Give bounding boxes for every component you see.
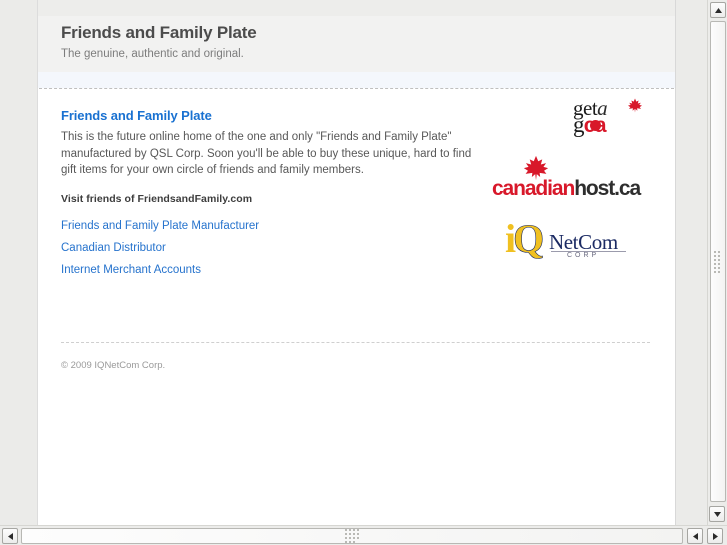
scroll-left-button[interactable] [2,528,18,544]
page-canvas: Friends and Family Plate The genuine, au… [37,0,676,525]
iqnetcom-logo-box[interactable]: iQ NetCom CORP [481,216,651,264]
triangle-up-icon [714,7,722,13]
intro-paragraph: This is the future online home of the on… [61,131,472,176]
main-content: Friends and Family Plate This is the fut… [38,90,675,278]
canadianhost-ca-logo: canadianhost.ca [484,155,649,201]
canadianhost-canadian-text: canadian [491,177,575,200]
triangle-down-icon [713,511,721,517]
getaca-line2: gca [573,112,607,137]
triangle-left-icon [692,532,698,540]
canadianhost-wordmark: canadianhost.ca [484,177,649,201]
get-a-dot-ca-logo: geta gca [573,98,645,137]
getaca-logo-box[interactable]: geta gca [481,98,651,137]
link-internet-merchant-accounts[interactable]: Internet Merchant Accounts [61,264,201,276]
scroll-grip [713,250,723,274]
vertical-scrollbar[interactable] [707,0,727,525]
site-title: Friends and Family Plate [61,23,257,42]
getaca-ca-text: ca [583,114,607,137]
scroll-left-button-secondary[interactable] [687,528,703,544]
maple-leaf-icon [628,98,642,113]
canadianhost-host-text: host.ca [574,177,641,200]
top-strip [38,0,675,16]
copyright-text: © 2009 IQNetCom Corp. [61,359,166,371]
list-item: Canadian Distributor [61,238,491,256]
site-tagline: The genuine, authentic and original. [61,48,244,60]
content-text-column: Friends and Family Plate This is the fut… [61,108,491,278]
scroll-grip [344,528,360,544]
page-title: Friends and Family Plate [61,108,212,123]
list-item: Internet Merchant Accounts [61,260,491,278]
scroll-up-button[interactable] [710,2,726,18]
triangle-left-icon [7,532,13,540]
iqnetcom-wordmark: NetCom [549,230,618,254]
friends-link-list: Friends and Family Plate Manufacturer Ca… [61,216,491,278]
iqnetcom-i-text: i [505,216,516,261]
header-accent-band [38,72,675,88]
partner-logo-column: geta gca canadianhost.ca iQ NetCom CORP [481,98,651,284]
vertical-scroll-thumb[interactable] [710,21,726,502]
list-item: Friends and Family Plate Manufacturer [61,216,491,234]
horizontal-scroll-thumb[interactable] [21,528,683,544]
iqnetcom-mark: iQ [505,216,545,261]
visit-friends-heading: Visit friends of FriendsandFamily.com [61,192,253,205]
horizontal-scrollbar[interactable] [0,525,727,545]
iqnetcom-corp-logo: iQ NetCom CORP [505,216,627,264]
scroll-down-button[interactable] [709,506,725,522]
iqnetcom-q-text: Q [513,216,545,261]
link-canadian-distributor[interactable]: Canadian Distributor [61,242,166,254]
triangle-right-icon [712,532,718,540]
site-header: Friends and Family Plate The genuine, au… [38,16,675,72]
link-manufacturer[interactable]: Friends and Family Plate Manufacturer [61,220,259,232]
canadianhost-logo-box[interactable]: canadianhost.ca [481,155,651,201]
scroll-right-button[interactable] [707,528,723,544]
iqnetcom-corp-text: CORP [567,252,600,259]
getaca-g-text: g [573,112,584,137]
browser-viewport: Friends and Family Plate The genuine, au… [0,0,707,525]
